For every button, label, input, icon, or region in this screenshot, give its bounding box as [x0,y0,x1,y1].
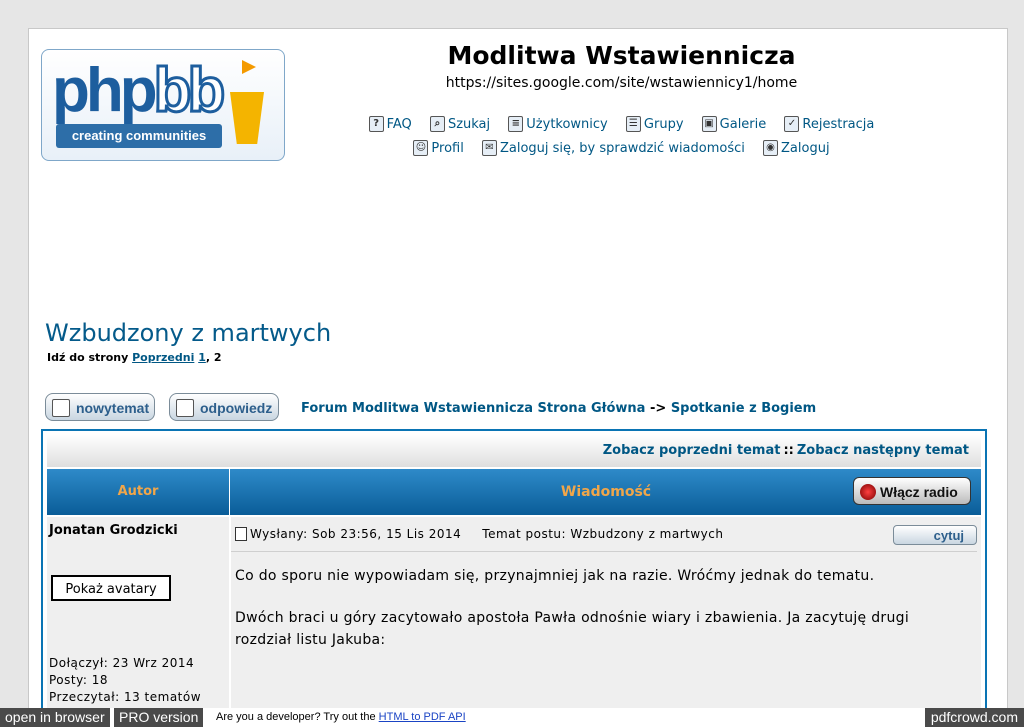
new-topic-button[interactable]: nowytemat [45,393,155,421]
nav-row-1: ? FAQ ⌕ Szukaj ≡ Użytkownicy ☰ Grupy ▣ Galeri… [349,115,894,132]
breadcrumb-forum[interactable]: Spotkanie z Bogiem [671,401,816,416]
post-subject: Temat postu: Wzbudzony z martwych [482,527,724,541]
breadcrumb-home[interactable]: Forum Modlitwa Wstawiennicza Strona Głów… [301,401,645,416]
open-in-browser-link[interactable]: open in browser [0,708,110,727]
question-icon: ? [368,116,384,132]
post-divider [231,551,977,552]
author-name: Jonatan Grodzicki [49,523,178,538]
profile-icon: ☺ [413,140,429,156]
post-icon [235,527,247,541]
post-message-cell: Wysłany: Sob 23:56, 15 Lis 2014 Temat po… [231,517,981,709]
author-joined: Dołączył: 23 Wrz 2014 [49,656,195,670]
nav-login[interactable]: ◉ Zaloguj [763,140,830,156]
post-date: Wysłany: Sob 23:56, 15 Lis 2014 [250,527,462,541]
phpbb-logo[interactable]: phpbb creating communities [41,49,285,161]
nav-members[interactable]: ≡ Użytkownicy [508,116,608,132]
site-url: https://sites.google.com/site/wstawienni… [445,75,798,91]
breadcrumb: Forum Modlitwa Wstawiennicza Strona Głów… [301,401,817,416]
post-paragraph-2: Dwóch braci u góry zacytowało apostoła P… [235,610,910,648]
reply-button[interactable]: odpowiedz [169,393,279,421]
html-to-pdf-link[interactable]: HTML to PDF API [379,711,466,723]
pdfcrowd-brand-link[interactable]: pdfcrowd.com [924,708,1024,727]
nav-faq[interactable]: ? FAQ [368,116,412,132]
page: phpbb creating communities Modlitwa Wsta… [28,28,1008,710]
nav-row-2: ☺ Profil ✉ Zaloguj się, by sprawdzić wiado… [349,139,894,156]
page-1-link[interactable]: 1 [198,351,206,364]
table-header: Autor Wiadomość Włącz radio [47,469,981,515]
groups-icon: ☰ [625,116,641,132]
col-author-header: Autor [47,469,230,515]
show-avatars-button[interactable]: Pokaż avatary [51,575,171,601]
logo-flag-icon [242,60,256,74]
login-icon: ◉ [763,140,779,156]
post-body: Co do sporu nie wypowiadam się, przynajm… [235,565,965,671]
developer-promo: Are you a developer? Try out the HTML to… [216,711,466,723]
members-icon: ≡ [508,116,524,132]
logo-tagline: creating communities [56,124,222,148]
nav-register[interactable]: ✓ Rejestracja [784,116,874,132]
quote-button[interactable]: cytuj [893,525,977,545]
radio-toggle-button[interactable]: Włącz radio [853,477,971,505]
site-title: Modlitwa Wstawiennicza [447,41,796,70]
prev-page-link[interactable]: Poprzedni [132,351,194,364]
logo-cup-icon [230,92,264,144]
page-2-current: 2 [213,351,222,364]
nav-gallery[interactable]: ▣ Galerie [701,116,766,132]
register-icon: ✓ [784,116,800,132]
pdfcrowd-footer: open in browser PRO version Are you a de… [0,708,1024,727]
messages-icon: ✉ [481,140,497,156]
author-read: Przeczytał: 13 tematów [49,690,202,704]
post-paragraph-1: Co do sporu nie wypowiadam się, przynajm… [235,568,875,584]
next-topic-link[interactable]: Zobacz następny temat [797,443,969,458]
nav-profile[interactable]: ☺ Profil [413,140,464,156]
topic-title: Wzbudzony z martwych [45,319,332,347]
topic-table: Zobacz poprzedni temat:: Zobacz następny … [41,429,987,709]
topic-navigation: Zobacz poprzedni temat:: Zobacz następny … [47,435,981,467]
nav-groups[interactable]: ☰ Grupy [625,116,684,132]
gallery-icon: ▣ [701,116,717,132]
nav-search[interactable]: ⌕ Szukaj [429,116,490,132]
post-author-cell: Jonatan Grodzicki Pokaż avatary Dołączył… [47,517,230,709]
search-icon: ⌕ [429,116,445,132]
pagination: Idź do strony Poprzedni 1, 2 [47,351,222,364]
author-posts: Posty: 18 [49,673,108,687]
nav-messages[interactable]: ✉ Zaloguj się, by sprawdzić wiadomości [481,140,745,156]
prev-topic-link[interactable]: Zobacz poprzedni temat [603,443,781,458]
post-header: Wysłany: Sob 23:56, 15 Lis 2014 Temat po… [235,527,723,541]
pro-version-link[interactable]: PRO version [113,708,204,727]
author-stats: Dołączył: 23 Wrz 2014 Posty: 18 Przeczyt… [49,655,201,706]
